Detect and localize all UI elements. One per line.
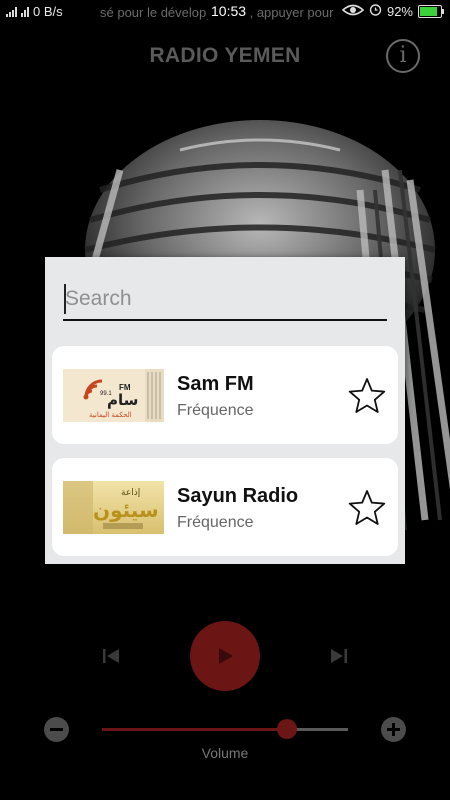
clock: 10:53: [207, 3, 251, 19]
status-left: 0 B/s: [6, 4, 63, 19]
volume-up-button[interactable]: [381, 717, 406, 742]
play-icon: [219, 648, 233, 664]
volume-label: Volume: [201, 745, 249, 761]
volume-slider[interactable]: [102, 728, 348, 731]
volume-down-button[interactable]: [44, 717, 69, 742]
station-search-dialog: FM 99.1 سام الحكمة اليمانية Sam FM Fréqu…: [45, 257, 405, 564]
favorite-star-icon[interactable]: [348, 489, 386, 527]
info-icon: i: [399, 43, 407, 68]
logo-bottom-text: الحكمة اليمانية: [89, 411, 132, 419]
station-logo: إذاعة سيئون: [63, 481, 164, 534]
station-subtitle: Fréquence: [177, 402, 254, 419]
eye-icon: [341, 4, 365, 19]
search-field[interactable]: [63, 281, 387, 321]
logo-top-text: إذاعة: [121, 488, 140, 498]
volume-slider-fill: [102, 728, 287, 731]
volume-slider-thumb[interactable]: [276, 719, 297, 739]
play-button[interactable]: [190, 621, 260, 691]
status-bar: 0 B/s sé pour le développement, appuyer …: [0, 0, 450, 24]
signal-2-icon: [21, 6, 29, 17]
status-right: 92%: [337, 3, 444, 19]
station-logo: FM 99.1 سام الحكمة اليمانية: [63, 369, 164, 422]
previous-button[interactable]: [102, 647, 120, 665]
text-cursor: [64, 284, 66, 314]
station-card-sam-fm[interactable]: FM 99.1 سام الحكمة اليمانية Sam FM Fréqu…: [52, 346, 398, 444]
app-title: RADIO YEMEN: [149, 44, 301, 67]
favorite-star-icon[interactable]: [348, 377, 386, 415]
alarm-icon: [369, 3, 382, 19]
battery-icon: [418, 4, 444, 18]
logo-main-text: سيئون: [93, 498, 159, 522]
info-button[interactable]: i: [386, 39, 420, 73]
station-subtitle: Fréquence: [177, 514, 254, 531]
battery-percent: 92%: [386, 3, 413, 19]
station-card-sayun-radio[interactable]: إذاعة سيئون Sayun Radio Fréquence: [52, 458, 398, 556]
station-name: Sam FM: [177, 373, 254, 395]
plus-icon: [387, 723, 400, 736]
signal-icon: [6, 6, 17, 17]
station-name: Sayun Radio: [177, 485, 299, 507]
search-input[interactable]: [63, 281, 387, 317]
logo-main-text: سام: [107, 391, 138, 409]
minus-icon: [50, 728, 63, 731]
network-speed: 0 B/s: [33, 4, 63, 19]
next-button[interactable]: [330, 647, 348, 665]
